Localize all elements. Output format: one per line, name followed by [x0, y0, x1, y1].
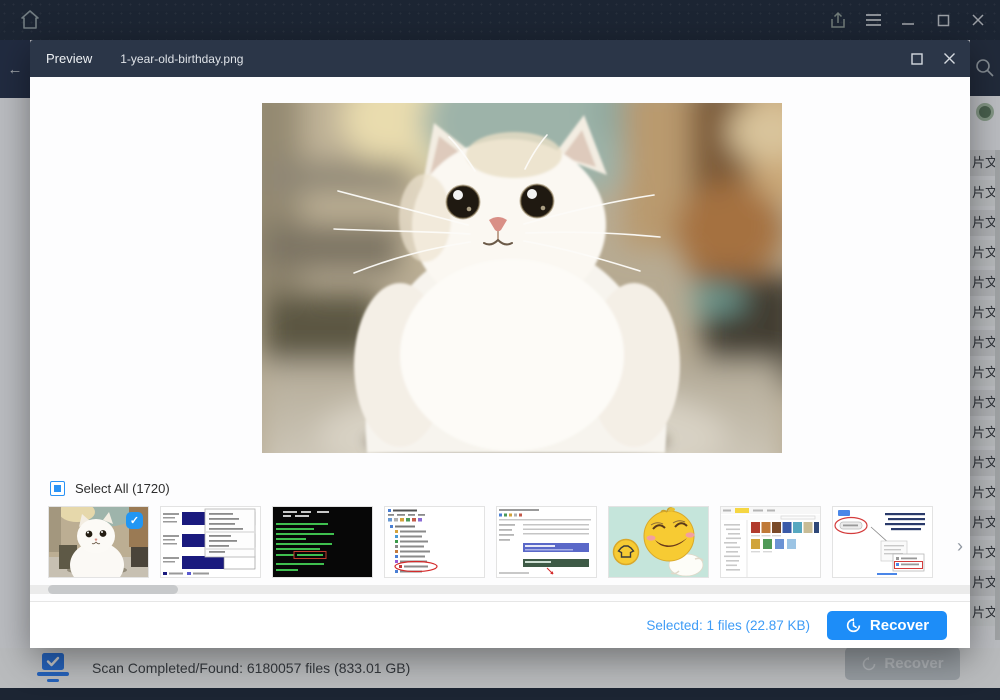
app-window: ← 片文片文片文片文片文片文片文片文片文片文片文片文片文片文片文片文 Scan …	[0, 0, 1000, 700]
recover-history-icon	[845, 617, 862, 634]
thumbnail-file-explorer-screenshot[interactable]	[720, 506, 821, 578]
modal-title: Preview	[46, 51, 92, 66]
modal-filename: 1-year-old-birthday.png	[120, 52, 243, 66]
thumbnails-next-button[interactable]: ›	[951, 535, 969, 557]
select-all-row: Select All (1720)	[50, 481, 170, 496]
thumbnail-cat-photo[interactable]: ✓	[48, 506, 149, 578]
thumbnail-partition-list-screenshot[interactable]	[496, 506, 597, 578]
thumbnail-emoji-cartoon[interactable]	[608, 506, 709, 578]
modal-header: Preview 1-year-old-birthday.png	[30, 40, 970, 77]
preview-modal: Preview 1-year-old-birthday.png	[30, 40, 970, 648]
thumbnail-device-manager-screenshot[interactable]	[384, 506, 485, 578]
selected-summary: Selected: 1 files (22.87 KB)	[646, 618, 810, 633]
select-all-checkbox[interactable]	[50, 481, 65, 496]
recover-button[interactable]: Recover	[827, 611, 947, 640]
thumbnail-disk-management-screenshot[interactable]	[160, 506, 261, 578]
selected-check-badge: ✓	[126, 512, 143, 529]
thumbnail-scrollbar-thumb[interactable]	[48, 585, 178, 594]
modal-close-button[interactable]	[936, 40, 962, 77]
select-all-label: Select All (1720)	[75, 481, 170, 496]
preview-image-cat	[262, 103, 782, 453]
thumbnail-strip: ✓	[48, 506, 933, 578]
thumbnail-recovery-diagram-screenshot[interactable]	[832, 506, 933, 578]
modal-maximize-button[interactable]	[904, 40, 930, 77]
thumbnail-scrollbar-track[interactable]	[30, 585, 970, 594]
thumbnail-terminal-screenshot[interactable]	[272, 506, 373, 578]
modal-footer: Selected: 1 files (22.87 KB) Recover	[30, 601, 970, 648]
